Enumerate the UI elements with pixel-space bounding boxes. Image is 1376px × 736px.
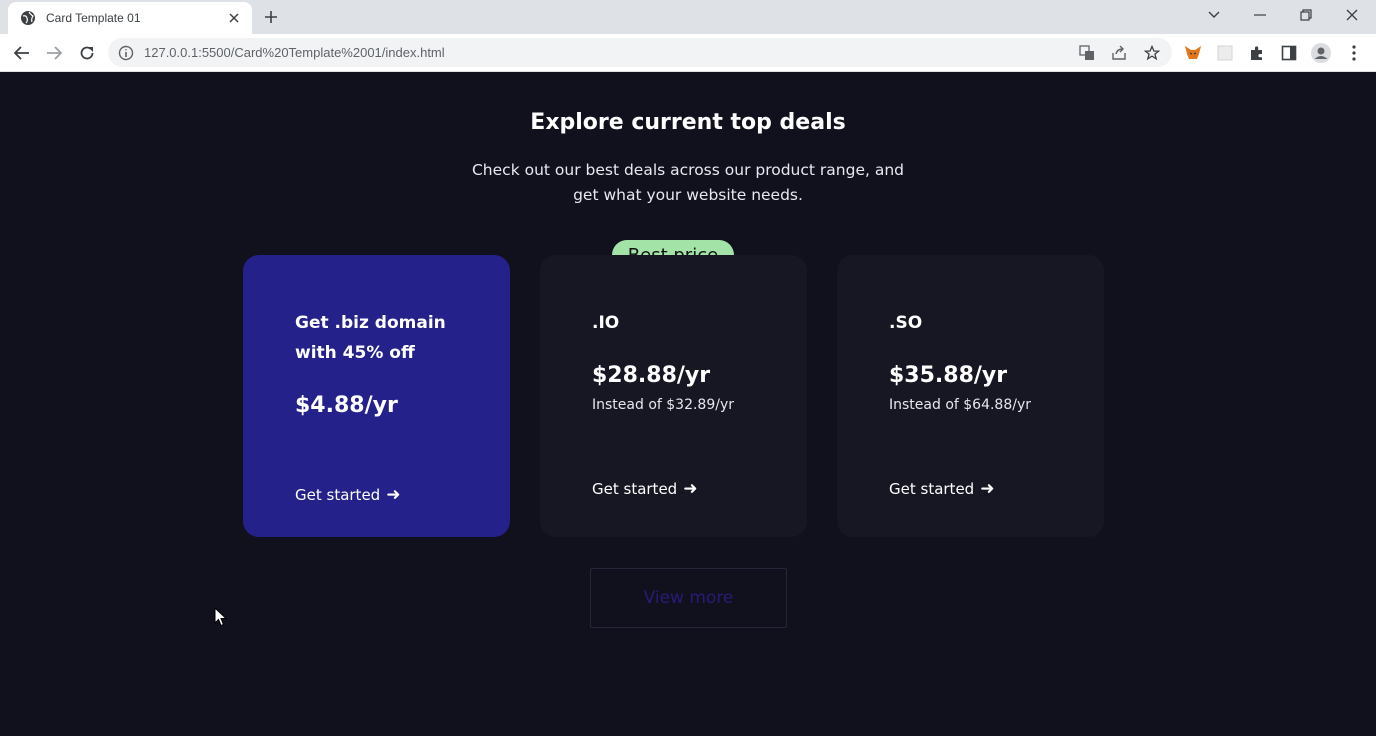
translate-icon[interactable] (1078, 44, 1096, 62)
get-started-label: Get started (889, 480, 975, 498)
arrow-right-icon: ➜ (386, 485, 401, 505)
view-more-button[interactable]: View more (590, 568, 787, 628)
deal-price: $28.88/yr (592, 363, 711, 388)
get-started-label: Get started (592, 480, 678, 498)
deal-card-biz: Get .biz domain with 45% off $4.88/yr Ge… (243, 255, 510, 537)
address-bar[interactable]: 127.0.0.1:5500/Card%20Template%2001/inde… (108, 38, 1172, 67)
metamask-extension-icon[interactable] (1182, 42, 1204, 64)
back-icon[interactable] (11, 42, 33, 64)
deal-card-io: .IO $28.88/yr Instead of $32.89/yr Get s… (540, 255, 807, 537)
close-tab-icon[interactable] (226, 10, 242, 26)
arrow-right-icon: ➜ (980, 479, 995, 499)
restore-icon[interactable] (1295, 6, 1317, 24)
site-info-icon[interactable] (118, 45, 134, 61)
extension-icon[interactable] (1214, 42, 1236, 64)
get-started-button[interactable]: Get started ➜ (592, 479, 697, 499)
original-price: Instead of $64.88/yr (889, 397, 1032, 413)
get-started-button[interactable]: Get started ➜ (889, 479, 994, 499)
original-price: Instead of $32.89/yr (592, 397, 735, 413)
page-heading: Explore current top deals (530, 110, 846, 135)
mouse-cursor-icon (214, 606, 228, 627)
tab-strip: Card Template 01 (0, 0, 1376, 34)
deal-name: .IO (592, 313, 620, 333)
reload-icon[interactable] (76, 42, 98, 64)
new-tab-icon[interactable] (262, 8, 280, 26)
share-icon[interactable] (1110, 44, 1128, 62)
deal-card-so: .SO $35.88/yr Instead of $64.88/yr Get s… (837, 255, 1104, 537)
browser-toolbar: 127.0.0.1:5500/Card%20Template%2001/inde… (0, 34, 1376, 72)
close-window-icon[interactable] (1341, 6, 1363, 24)
extensions-puzzle-icon[interactable] (1246, 42, 1268, 64)
globe-icon (20, 10, 36, 26)
bookmark-star-icon[interactable] (1143, 44, 1161, 62)
deal-name: .SO (889, 313, 923, 333)
tab-search-icon[interactable] (1203, 6, 1225, 24)
deal-name-line-2: with 45% off (295, 343, 415, 363)
page-content: Explore current top deals Check out our … (0, 72, 1376, 736)
subtitle-line-1: Check out our best deals across our prod… (471, 161, 904, 179)
arrow-right-icon: ➜ (683, 479, 698, 499)
deal-name-line-1: Get .biz domain (295, 313, 446, 333)
url-text: 127.0.0.1:5500/Card%20Template%2001/inde… (144, 45, 445, 60)
deal-price: $4.88/yr (295, 393, 398, 418)
forward-icon[interactable] (43, 42, 65, 64)
profile-avatar-icon[interactable] (1310, 42, 1332, 64)
tab-title: Card Template 01 (46, 11, 141, 25)
minimize-icon[interactable] (1249, 6, 1271, 24)
get-started-label: Get started (295, 486, 381, 504)
deal-name: Get .biz domain with 45% off (295, 308, 446, 368)
browser-tab[interactable]: Card Template 01 (8, 2, 252, 34)
deal-price: $35.88/yr (889, 363, 1008, 388)
get-started-button[interactable]: Get started ➜ (295, 485, 400, 505)
page-subtitle: Check out our best deals across our prod… (438, 158, 938, 208)
menu-kebab-icon[interactable] (1343, 42, 1365, 64)
side-panel-icon[interactable] (1278, 42, 1300, 64)
subtitle-line-2: get what your website needs. (573, 186, 803, 204)
